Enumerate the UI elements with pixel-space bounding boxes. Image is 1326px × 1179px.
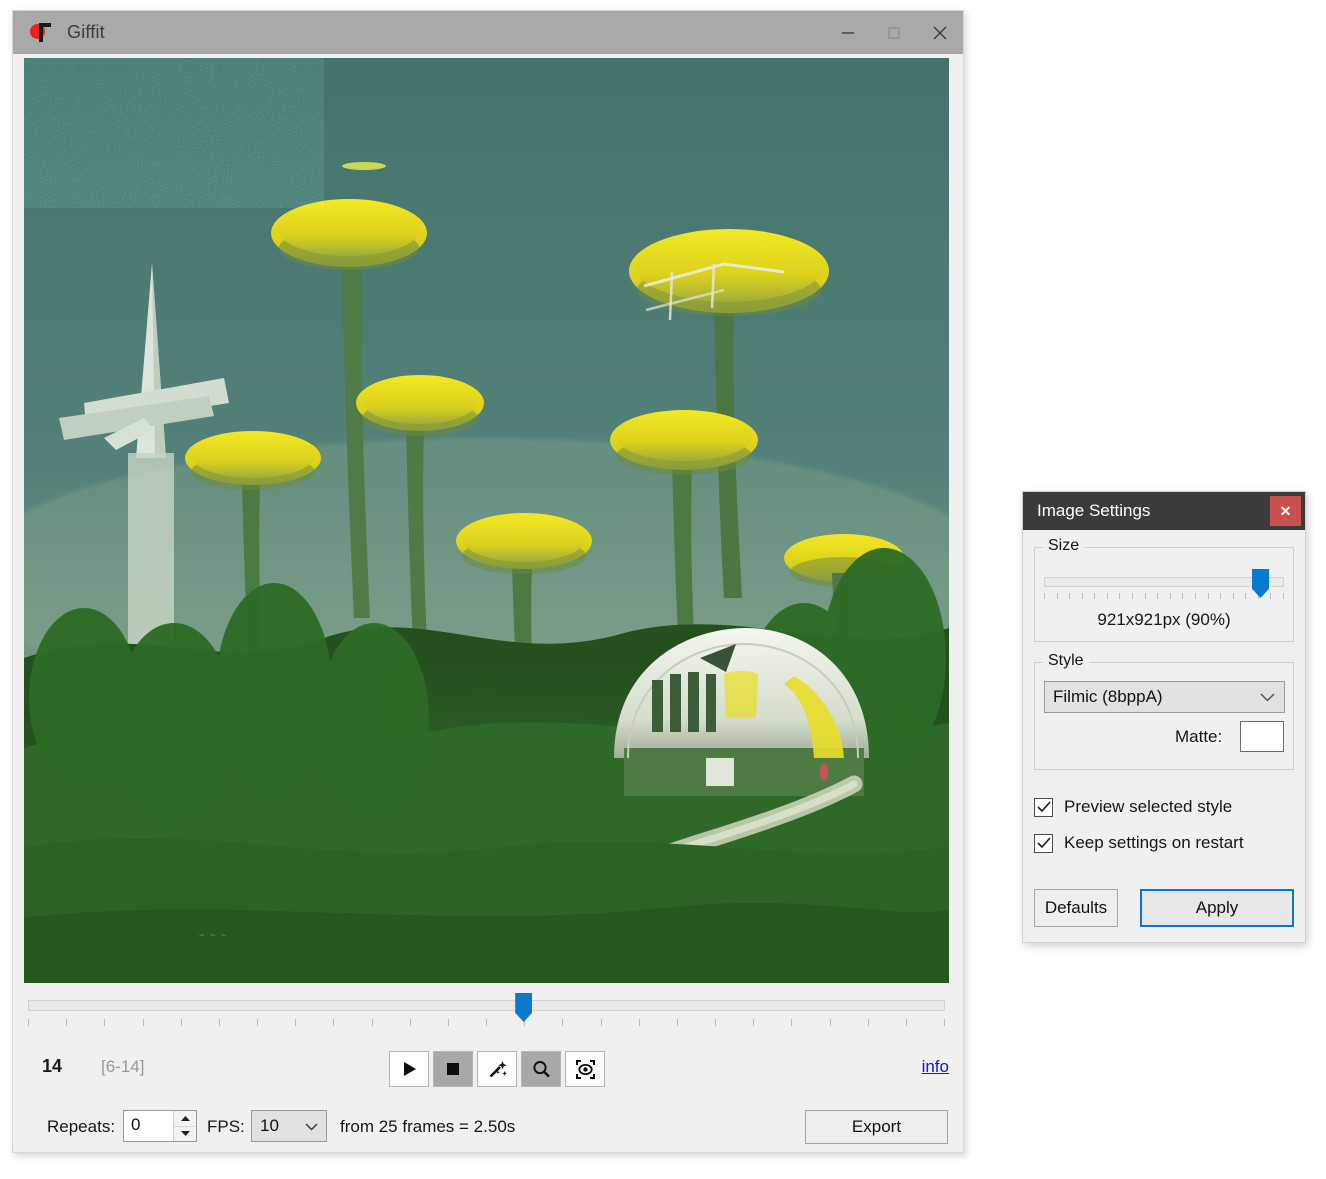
repeats-label: Repeats:	[47, 1117, 116, 1136]
size-slider-track[interactable]	[1044, 577, 1284, 587]
focus-button[interactable]	[565, 1051, 605, 1087]
settings-close-button[interactable]: ✕	[1270, 496, 1301, 526]
fps-selected-value: 10	[260, 1116, 279, 1135]
style-select[interactable]: Filmic (8bppA)	[1044, 681, 1285, 713]
export-button[interactable]: Export	[805, 1110, 948, 1144]
repeats-input[interactable]: 0	[124, 1111, 173, 1141]
focus-target-icon	[575, 1059, 595, 1079]
magic-wand-icon	[489, 1060, 507, 1077]
chevron-down-icon	[1260, 692, 1284, 702]
timeline-ticks	[28, 1019, 945, 1027]
maximize-icon[interactable]	[871, 11, 917, 54]
checkmark-icon	[1036, 801, 1051, 813]
magic-wand-button[interactable]	[477, 1051, 517, 1087]
minimize-icon[interactable]	[825, 11, 871, 54]
preview-illustration: ~ ~ ~	[24, 58, 949, 983]
zoom-button[interactable]	[521, 1051, 561, 1087]
export-bar: Repeats: 0 FPS: 10 from 25 frames = 2.50…	[13, 1101, 963, 1153]
info-link[interactable]: info	[922, 1057, 949, 1077]
image-settings-dialog: Image Settings ✕ Size 921x921px (90%) St…	[1022, 491, 1306, 943]
timeline-thumb[interactable]	[515, 993, 533, 1022]
preview-style-checkbox-row[interactable]: Preview selected style	[1034, 797, 1232, 817]
chevron-down-icon	[305, 1122, 326, 1131]
chevron-down-icon	[180, 1131, 190, 1137]
apply-button[interactable]: Apply	[1140, 889, 1294, 927]
stop-button[interactable]	[433, 1051, 473, 1087]
magnifier-icon	[532, 1060, 550, 1077]
repeats-decrement-button[interactable]	[174, 1125, 196, 1141]
fps-label: FPS:	[207, 1117, 245, 1136]
timeline-track[interactable]	[28, 1000, 945, 1011]
style-group: Style Filmic (8bppA) Matte:	[1034, 652, 1294, 770]
defaults-button[interactable]: Defaults	[1034, 889, 1118, 927]
playback-controls-row: 14 [6-14] info	[13, 1039, 963, 1101]
preview-style-label: Preview selected style	[1064, 797, 1233, 816]
timeline-slider[interactable]	[24, 993, 949, 1035]
tool-button-group	[389, 1051, 605, 1087]
keep-settings-checkbox[interactable]	[1034, 833, 1053, 853]
repeats-increment-button[interactable]	[174, 1111, 196, 1126]
fps-select[interactable]: 10	[251, 1110, 327, 1142]
svg-text:~ ~ ~: ~ ~ ~	[199, 931, 227, 941]
app-logo-icon	[30, 21, 54, 45]
preview-style-checkbox[interactable]	[1034, 797, 1053, 817]
settings-dialog-title: Image Settings	[1037, 501, 1151, 520]
close-icon[interactable]	[917, 11, 963, 54]
size-slider-ticks	[1044, 593, 1284, 601]
size-readout-label: 921x921px (90%)	[1097, 610, 1231, 629]
image-preview[interactable]: ~ ~ ~	[24, 58, 949, 983]
repeats-arrows	[173, 1111, 196, 1141]
size-group: Size 921x921px (90%)	[1034, 537, 1294, 642]
frames-summary-label: from 25 frames = 2.50s	[340, 1117, 516, 1136]
frame-range-label: [6-14]	[101, 1057, 145, 1076]
current-frame-label: 14	[42, 1056, 63, 1076]
checkmark-icon	[1036, 837, 1051, 849]
stop-icon	[447, 1063, 459, 1075]
matte-color-swatch[interactable]	[1240, 721, 1284, 752]
repeats-stepper[interactable]: 0	[123, 1110, 197, 1142]
play-button[interactable]	[389, 1051, 429, 1087]
keep-settings-label: Keep settings on restart	[1064, 833, 1244, 852]
keep-settings-checkbox-row[interactable]: Keep settings on restart	[1034, 833, 1244, 853]
settings-title-bar: Image Settings ✕	[1023, 492, 1305, 530]
style-selected-value: Filmic (8bppA)	[1053, 687, 1163, 706]
main-window: Giffit ~ ~ ~ 14 [6-14] info Repeats: 0 F…	[12, 10, 964, 1153]
title-bar: Giffit	[13, 11, 963, 54]
play-icon	[404, 1062, 416, 1076]
style-group-label: Style	[1043, 652, 1089, 670]
size-group-label: Size	[1043, 537, 1085, 555]
chevron-up-icon	[180, 1115, 190, 1121]
window-controls	[825, 11, 963, 54]
matte-label: Matte:	[1175, 727, 1223, 746]
app-title: Giffit	[67, 22, 105, 42]
